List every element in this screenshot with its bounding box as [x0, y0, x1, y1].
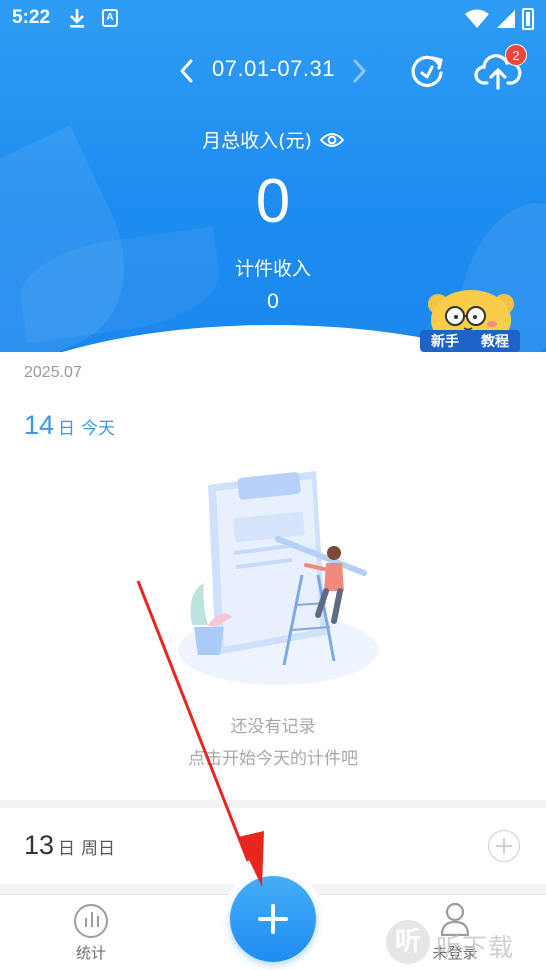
- day-header-today: 14 日今天: [24, 410, 115, 441]
- eye-icon[interactable]: [319, 132, 344, 148]
- sync-icon[interactable]: [408, 52, 446, 90]
- empty-state-illustration: [178, 471, 378, 685]
- chevron-right-icon[interactable]: [348, 58, 370, 84]
- month-label: 2025.07: [24, 364, 82, 381]
- day-number: 14: [24, 410, 55, 440]
- tutorial-label-right: 教程: [481, 334, 509, 350]
- nav-me-label: 未登录: [432, 944, 478, 962]
- empty-state-subtitle: 点击开始今天的计件吧: [188, 749, 358, 769]
- status-bar: 5:22 A: [0, 0, 546, 38]
- signal-icon: [497, 10, 515, 28]
- day-weekday: 周日: [81, 839, 116, 859]
- day-number: 13: [24, 830, 55, 860]
- nav-stats-label: 统计: [75, 944, 106, 962]
- month-income-title: 月总收入(元): [202, 130, 312, 152]
- status-time: 5:22: [12, 7, 51, 28]
- bar-chart-icon: [74, 904, 108, 938]
- piece-income-label: 计件收入: [234, 258, 311, 280]
- month-income-value: 0: [255, 167, 291, 236]
- user-icon: [440, 902, 470, 936]
- day-unit: 日: [58, 839, 76, 859]
- nav-stats-tab[interactable]: 统计: [60, 900, 122, 966]
- day-header-previous: 13 日周日: [24, 830, 115, 861]
- tutorial-label-left: 新手: [431, 334, 459, 350]
- battery-icon: [522, 8, 534, 30]
- tutorial-badge[interactable]: 新手 教程: [420, 330, 520, 352]
- a-notification-icon: A: [102, 9, 118, 27]
- chevron-left-icon[interactable]: [176, 58, 198, 84]
- empty-state-title: 还没有记录: [230, 717, 316, 737]
- day-unit: 日: [58, 419, 76, 439]
- nav-me-tab[interactable]: 未登录: [424, 900, 486, 966]
- add-record-fab[interactable]: [230, 876, 316, 962]
- wifi-icon: [465, 9, 489, 28]
- day-weekday: 今天: [81, 419, 116, 439]
- download-icon: [70, 9, 84, 28]
- date-range[interactable]: 07.01-07.31: [212, 56, 335, 82]
- month-income-title-row: 月总收入(元): [0, 126, 546, 153]
- upload-count-badge: 2: [505, 44, 527, 66]
- add-record-icon[interactable]: [488, 830, 520, 862]
